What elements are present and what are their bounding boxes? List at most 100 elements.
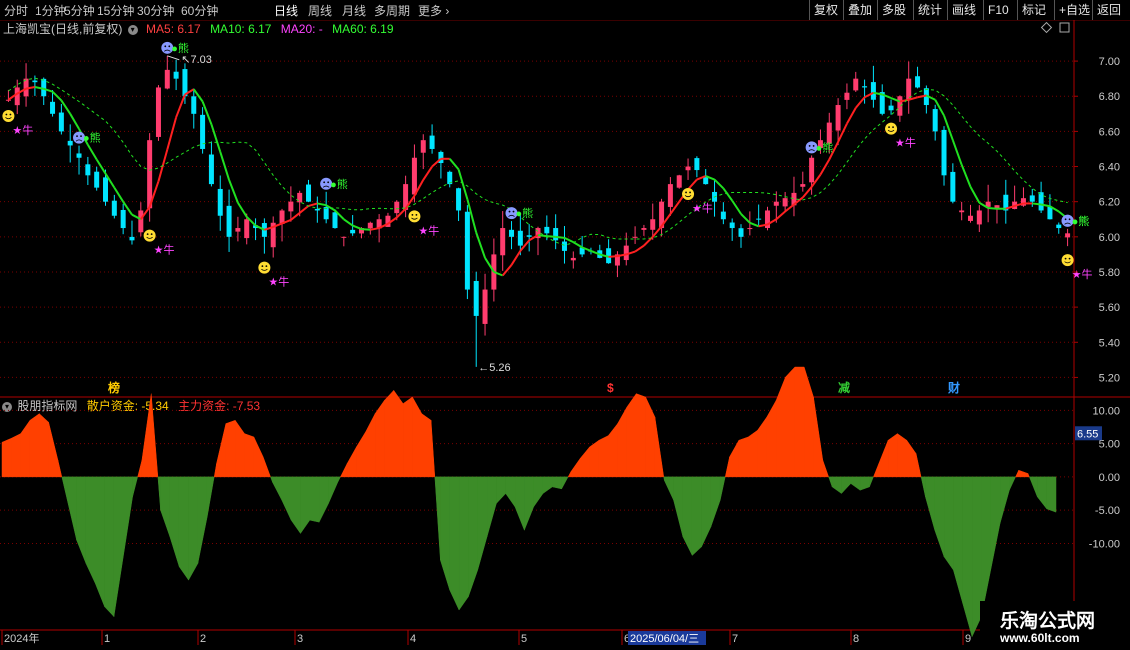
fund-area-segment xyxy=(178,476,189,581)
candle-body xyxy=(694,158,700,171)
ma-line-segment xyxy=(537,234,547,238)
fund-area-segment xyxy=(486,476,497,537)
candle-body xyxy=(782,198,788,207)
fund-area-segment xyxy=(57,460,63,478)
fund-area-segment xyxy=(766,399,777,478)
fund-area-segment xyxy=(346,445,357,478)
face-eye xyxy=(5,113,8,116)
fund-area-segment xyxy=(514,476,525,531)
fund-area-segment xyxy=(61,476,68,501)
candle-body xyxy=(111,200,117,216)
fund-area-segment xyxy=(999,476,1010,524)
fund-area-segment xyxy=(496,476,506,505)
candle-body xyxy=(773,201,779,206)
fund-area-segment xyxy=(724,456,730,478)
sub-tick-label: 0.00 xyxy=(1099,472,1120,484)
candle-body xyxy=(932,109,938,132)
face-eye xyxy=(1068,257,1071,260)
fund-area-segment xyxy=(113,476,124,617)
xaxis-label: 3 xyxy=(297,633,303,645)
candle-body xyxy=(155,87,161,137)
fund-area-segment xyxy=(132,476,138,497)
ma-line-segment xyxy=(228,179,239,204)
fund-area-segment xyxy=(206,476,215,517)
candle-body xyxy=(553,228,559,241)
main-tick-label: 6.20 xyxy=(1099,197,1120,209)
fund-area-segment xyxy=(1037,476,1047,510)
candle-body xyxy=(1038,192,1044,211)
ma-line-segment xyxy=(731,200,742,215)
fund-area-segment xyxy=(421,413,432,478)
ma-line-segment xyxy=(546,235,556,238)
high-pointer xyxy=(167,55,180,61)
fund-area-segment xyxy=(213,463,217,478)
ma-line-segment xyxy=(422,165,433,181)
ma-line-segment xyxy=(802,186,813,199)
fund-area-segment xyxy=(1009,476,1016,491)
fund-area-segment xyxy=(552,476,562,490)
candle-body xyxy=(500,228,506,256)
fund-area-segment xyxy=(887,433,898,478)
main-tick-label: 5.20 xyxy=(1099,372,1120,384)
candle-body xyxy=(570,257,576,261)
xaxis-label: 4 xyxy=(410,633,416,645)
face-eye xyxy=(261,265,264,268)
fund-area-segment xyxy=(262,456,271,478)
main-tick-label: 7.00 xyxy=(1099,56,1120,68)
face-eye xyxy=(146,233,149,236)
high-annotation: ↖7.03 xyxy=(181,54,212,66)
ma-line-segment xyxy=(370,227,380,231)
candle-body xyxy=(191,96,197,114)
fund-area-segment xyxy=(831,476,842,495)
fund-area-segment xyxy=(1028,476,1038,497)
fund-area-segment xyxy=(216,423,227,478)
face-eye xyxy=(888,126,890,129)
fund-area-segment xyxy=(608,422,618,478)
fund-area-segment xyxy=(617,406,628,478)
fund-area-segment xyxy=(356,430,367,478)
candle-body xyxy=(632,236,638,238)
fund-area-segment xyxy=(626,392,637,478)
fund-area-segment xyxy=(85,476,96,584)
fund-area-segment xyxy=(673,476,684,537)
ma-line-segment xyxy=(749,221,760,228)
candle-body xyxy=(959,210,965,213)
fund-area-segment xyxy=(374,399,385,478)
candle-body xyxy=(58,112,64,132)
face-eye xyxy=(265,265,268,268)
fund-area-segment xyxy=(828,476,833,487)
candle-body xyxy=(720,211,726,220)
candle-body xyxy=(420,140,426,153)
ma-line-segment xyxy=(86,144,98,161)
candle-body xyxy=(367,222,373,229)
face-eye xyxy=(327,181,330,184)
bull-label: ★牛 xyxy=(895,136,916,150)
candle-body xyxy=(862,86,868,88)
candle-body xyxy=(941,129,947,176)
main-tick-label: 6.80 xyxy=(1099,91,1120,103)
candle-body xyxy=(173,71,179,79)
ma-line-segment xyxy=(634,244,645,253)
candle-body xyxy=(76,153,82,158)
candle-body xyxy=(14,87,20,106)
fund-area-segment xyxy=(953,476,963,604)
chart-canvas[interactable]: ↖7.03←5.26★牛●熊★牛●熊★牛●熊★牛●熊 ★牛●熊 ★牛●熊★牛●熊 7… xyxy=(0,0,1130,650)
fund-area-segment xyxy=(533,476,544,508)
fund-area-segment xyxy=(11,433,21,478)
candle-body xyxy=(50,101,56,114)
fund-area-segment xyxy=(925,476,935,531)
fund-area-segment xyxy=(822,460,829,478)
fund-area-segment xyxy=(434,476,441,561)
ma-line-segment xyxy=(501,264,513,277)
bear-label: ●熊 xyxy=(1072,214,1090,228)
current-value-label: 6.55 xyxy=(1077,428,1098,440)
fund-area-segment xyxy=(719,476,726,501)
candle-body xyxy=(306,184,312,202)
fund-area-segment xyxy=(402,396,413,478)
fund-area-segment xyxy=(188,476,199,582)
face-eye xyxy=(508,210,511,213)
bull-label: ★牛 xyxy=(418,223,439,237)
face-eye xyxy=(323,181,326,184)
ma-line-segment xyxy=(951,139,963,166)
candle-body xyxy=(94,171,100,188)
